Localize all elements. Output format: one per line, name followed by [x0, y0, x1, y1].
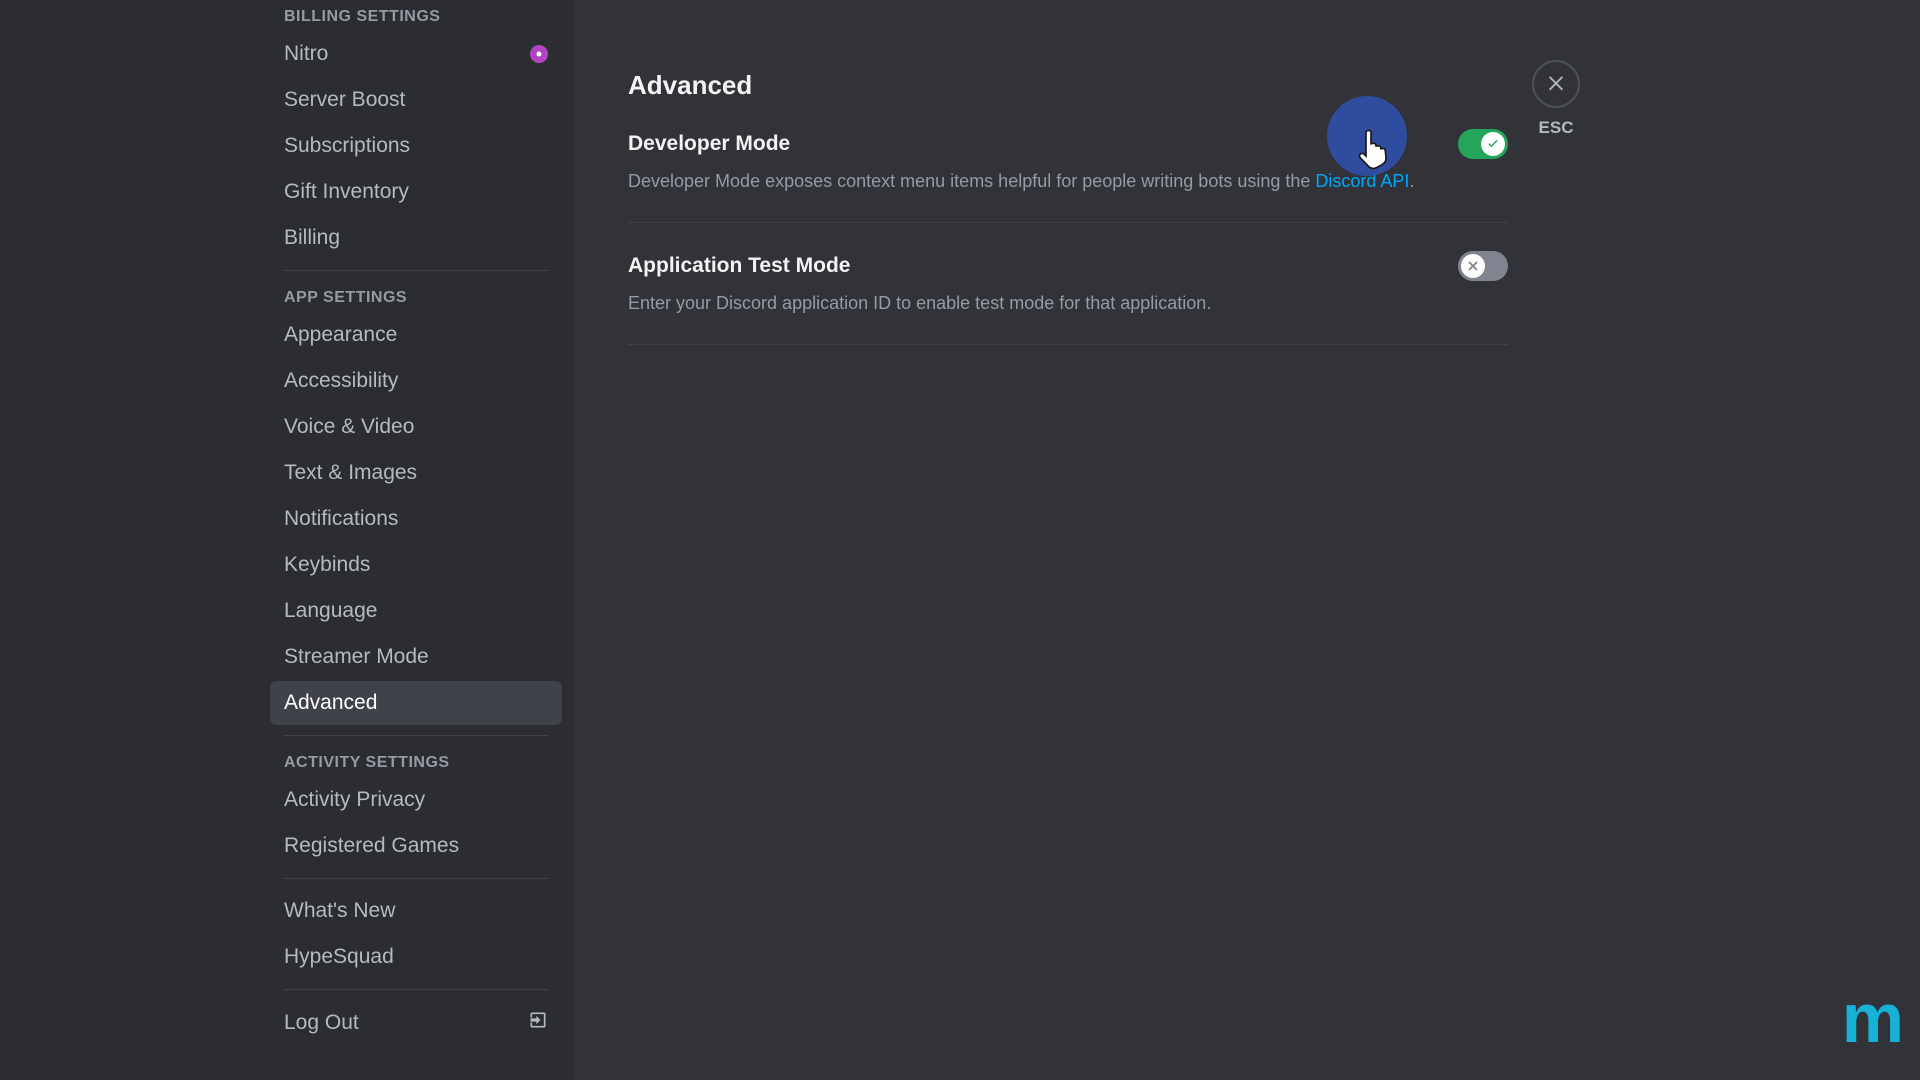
- sidebar-item-gift-inventory[interactable]: Gift Inventory: [270, 170, 562, 214]
- sidebar-item-keybinds[interactable]: Keybinds: [270, 543, 562, 587]
- sidebar-item-label: Server Boost: [284, 88, 405, 112]
- close-button[interactable]: [1532, 60, 1580, 108]
- setting-description: Enter your Discord application ID to ena…: [628, 291, 1508, 316]
- sidebar-item-label: Text & Images: [284, 461, 417, 485]
- section-header-activity: ACTIVITY SETTINGS: [270, 746, 562, 778]
- divider: [284, 270, 548, 271]
- sidebar-item-label: Advanced: [284, 691, 377, 715]
- sidebar-item-streamer-mode[interactable]: Streamer Mode: [270, 635, 562, 679]
- sidebar-item-label: Subscriptions: [284, 134, 410, 158]
- sidebar-item-accessibility[interactable]: Accessibility: [270, 359, 562, 403]
- application-test-mode-toggle[interactable]: [1458, 251, 1508, 281]
- sidebar-item-label: HypeSquad: [284, 945, 394, 969]
- sidebar-item-text-images[interactable]: Text & Images: [270, 451, 562, 495]
- sidebar-item-label: Nitro: [284, 42, 328, 66]
- divider: [284, 989, 548, 990]
- sidebar-item-label: Notifications: [284, 507, 398, 531]
- sidebar-item-hypesquad[interactable]: HypeSquad: [270, 935, 562, 979]
- sidebar-item-label: Voice & Video: [284, 415, 414, 439]
- sidebar-item-label: Language: [284, 599, 377, 623]
- sidebar-item-registered-games[interactable]: Registered Games: [270, 824, 562, 868]
- esc-label: ESC: [1539, 118, 1574, 138]
- page-title: Advanced: [628, 70, 1508, 101]
- sidebar-item-logout[interactable]: Log Out: [270, 1000, 562, 1046]
- divider: [284, 735, 548, 736]
- discord-api-link[interactable]: Discord API: [1315, 171, 1409, 191]
- main-content: Advanced Developer Mode Developer Mode e…: [574, 0, 1920, 1080]
- sidebar-item-subscriptions[interactable]: Subscriptions: [270, 124, 562, 168]
- sidebar-item-appearance[interactable]: Appearance: [270, 313, 562, 357]
- setting-description: Developer Mode exposes context menu item…: [628, 169, 1508, 194]
- setting-title: Developer Mode: [628, 132, 790, 156]
- nitro-badge-icon: [530, 45, 548, 63]
- watermark-logo: m: [1842, 978, 1898, 1058]
- sidebar-item-notifications[interactable]: Notifications: [270, 497, 562, 541]
- sidebar-item-label: Activity Privacy: [284, 788, 425, 812]
- sidebar-item-label: Registered Games: [284, 834, 459, 858]
- developer-mode-toggle[interactable]: [1458, 129, 1508, 159]
- sidebar-item-label: Log Out: [284, 1011, 359, 1035]
- sidebar-item-whats-new[interactable]: What's New: [270, 889, 562, 933]
- divider: [628, 222, 1508, 223]
- setting-application-test-mode: Application Test Mode Enter your Discord…: [628, 251, 1508, 344]
- close-area: ESC: [1532, 60, 1580, 138]
- desc-text: Developer Mode exposes context menu item…: [628, 171, 1315, 191]
- sidebar-item-nitro[interactable]: Nitro: [270, 32, 562, 76]
- setting-developer-mode: Developer Mode Developer Mode exposes co…: [628, 129, 1508, 222]
- toggle-knob: [1461, 254, 1485, 278]
- left-empty-region: [0, 0, 258, 1080]
- sidebar-item-voice-video[interactable]: Voice & Video: [270, 405, 562, 449]
- sidebar-item-label: Gift Inventory: [284, 180, 409, 204]
- sidebar-item-label: Accessibility: [284, 369, 398, 393]
- logout-icon: [528, 1010, 548, 1036]
- setting-title: Application Test Mode: [628, 254, 850, 278]
- sidebar-item-label: Streamer Mode: [284, 645, 429, 669]
- sidebar-item-activity-privacy[interactable]: Activity Privacy: [270, 778, 562, 822]
- sidebar-item-language[interactable]: Language: [270, 589, 562, 633]
- section-header-app: APP SETTINGS: [270, 281, 562, 313]
- section-header-billing: BILLING SETTINGS: [270, 0, 562, 32]
- divider: [284, 878, 548, 879]
- close-icon: [1545, 71, 1567, 98]
- sidebar-item-billing[interactable]: Billing: [270, 216, 562, 260]
- divider: [628, 344, 1508, 345]
- toggle-knob: [1481, 132, 1505, 156]
- sidebar-item-label: Billing: [284, 226, 340, 250]
- sidebar-item-label: What's New: [284, 899, 395, 923]
- sidebar-item-server-boost[interactable]: Server Boost: [270, 78, 562, 122]
- sidebar-item-label: Keybinds: [284, 553, 370, 577]
- sidebar-item-label: Appearance: [284, 323, 397, 347]
- settings-sidebar: BILLING SETTINGS Nitro Server Boost Subs…: [258, 0, 574, 1080]
- desc-text: .: [1409, 171, 1414, 191]
- sidebar-item-advanced[interactable]: Advanced: [270, 681, 562, 725]
